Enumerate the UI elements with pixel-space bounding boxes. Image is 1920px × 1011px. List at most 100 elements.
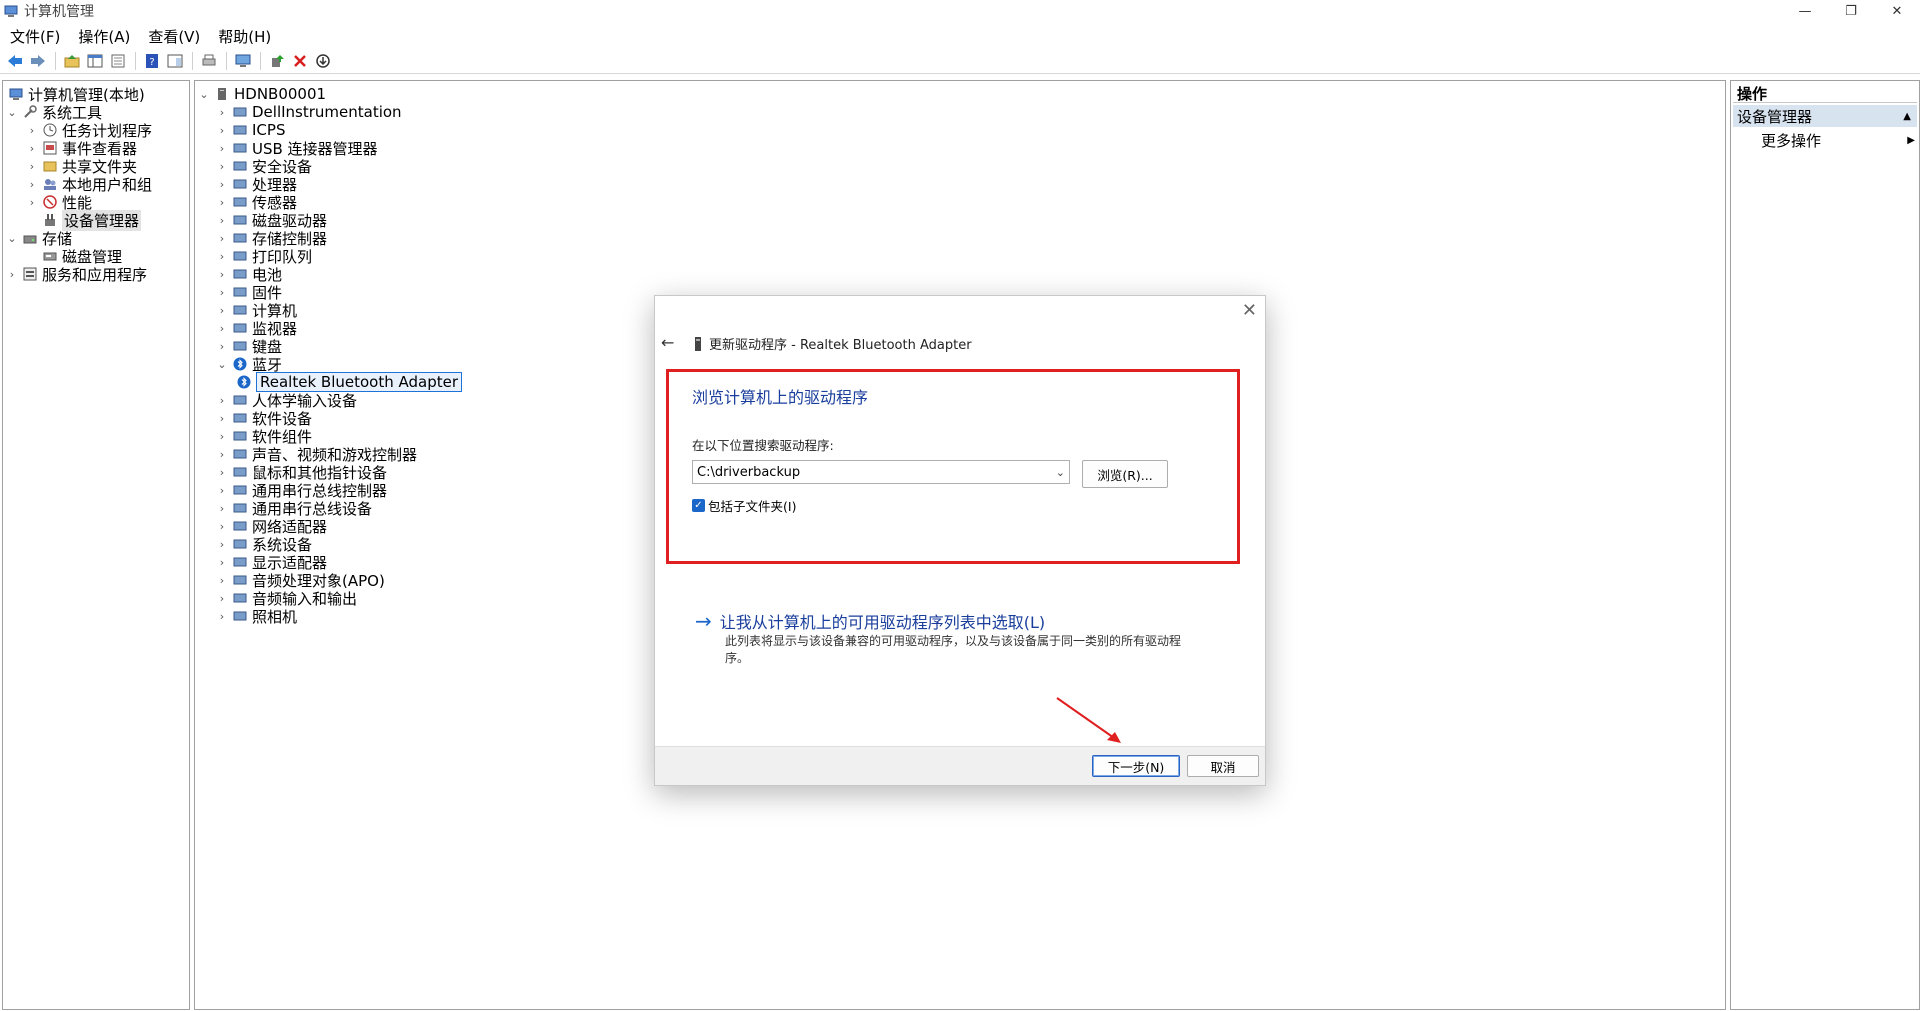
show-hide-icon[interactable] <box>164 50 186 72</box>
forward-icon[interactable] <box>27 50 49 72</box>
chevron-down-icon[interactable]: ⌄ <box>5 106 19 119</box>
close-button[interactable]: ✕ <box>1874 0 1920 22</box>
tree-item-services-apps[interactable]: › 服务和应用程序 <box>5 263 147 285</box>
keyboard-icon <box>232 338 248 354</box>
chevron-right-icon[interactable]: › <box>215 232 229 245</box>
disk-management-icon <box>42 248 58 264</box>
chevron-right-icon[interactable]: › <box>5 268 19 281</box>
services-icon <box>22 266 38 282</box>
toolbar-separator <box>135 51 136 70</box>
mouse-icon <box>232 464 248 480</box>
chevron-right-icon[interactable]: › <box>215 520 229 533</box>
back-icon[interactable] <box>4 50 26 72</box>
next-button[interactable]: 下一步(N) <box>1092 755 1180 777</box>
toolbar-separator <box>55 51 56 70</box>
chevron-down-icon[interactable]: ⌄ <box>215 358 229 371</box>
chevron-right-icon[interactable]: › <box>215 430 229 443</box>
hid-icon <box>232 392 248 408</box>
browse-button[interactable]: 浏览(R)... <box>1082 460 1168 488</box>
dialog-close-icon[interactable]: ✕ <box>1242 300 1257 321</box>
network-adapter-icon <box>232 518 248 534</box>
update-driver-dialog: ✕ ← 更新驱动程序 - Realtek Bluetooth Adapter 浏… <box>654 295 1266 786</box>
print-icon[interactable] <box>198 50 220 72</box>
chevron-right-icon[interactable]: › <box>215 448 229 461</box>
chevron-right-icon[interactable]: › <box>215 556 229 569</box>
chevron-right-icon[interactable]: › <box>215 394 229 407</box>
chevron-right-icon[interactable]: › <box>215 592 229 605</box>
chevron-down-icon[interactable]: ⌄ <box>5 232 19 245</box>
chevron-right-icon[interactable]: › <box>25 178 39 191</box>
uninstall-icon[interactable] <box>289 50 311 72</box>
chevron-right-icon[interactable]: › <box>215 340 229 353</box>
title-bar: 计算机管理 — ❐ ✕ <box>0 0 1920 22</box>
help-icon[interactable]: ? <box>141 50 163 72</box>
svg-text:?: ? <box>149 57 154 68</box>
up-folder-icon[interactable] <box>61 50 83 72</box>
include-subfolders-checkbox[interactable]: ✓ 包括子文件夹(I) <box>692 496 796 515</box>
performance-icon <box>42 194 58 210</box>
chevron-right-icon[interactable]: › <box>215 160 229 173</box>
menu-help[interactable]: 帮助(H) <box>208 26 279 47</box>
device-category-label: 照相机 <box>252 607 298 626</box>
chevron-right-icon[interactable]: › <box>215 502 229 515</box>
chevron-right-icon[interactable]: › <box>215 610 229 623</box>
chevron-right-icon[interactable]: › <box>25 196 39 209</box>
chevron-right-icon[interactable]: › <box>215 304 229 317</box>
software-component-icon <box>232 428 248 444</box>
chevron-down-icon[interactable]: ⌄ <box>197 88 211 101</box>
more-actions-label: 更多操作 <box>1761 131 1822 150</box>
chevron-right-icon[interactable]: › <box>215 178 229 191</box>
system-device-icon <box>232 536 248 552</box>
sound-icon <box>232 446 248 462</box>
chevron-right-icon[interactable]: › <box>25 160 39 173</box>
pick-from-list-link[interactable]: → 让我从计算机上的可用驱动程序列表中选取(L) <box>695 609 1045 633</box>
chevron-right-icon[interactable]: › <box>215 106 229 119</box>
collapse-up-icon[interactable]: ▲ <box>1903 111 1911 122</box>
chevron-right-icon[interactable]: › <box>25 124 39 137</box>
driver-path-combobox[interactable]: C:\driverbackup ⌄ <box>692 460 1070 484</box>
print-queue-icon <box>232 248 248 264</box>
driver-path-value: C:\driverbackup <box>697 464 801 480</box>
chevron-right-icon[interactable]: › <box>215 286 229 299</box>
dialog-title: 更新驱动程序 - Realtek Bluetooth Adapter <box>693 334 972 353</box>
chevron-right-icon[interactable]: › <box>215 196 229 209</box>
chevron-right-icon[interactable]: › <box>215 466 229 479</box>
back-arrow-icon[interactable]: ← <box>661 333 674 352</box>
properties-icon[interactable] <box>107 50 129 72</box>
computer-management-icon <box>4 5 18 17</box>
restore-button[interactable]: ❐ <box>1828 0 1874 22</box>
console-tree-icon[interactable] <box>84 50 106 72</box>
chevron-right-icon[interactable]: › <box>215 538 229 551</box>
actions-section-device-manager[interactable]: 设备管理器 ▲ <box>1733 105 1917 127</box>
device-category-item[interactable]: › 照相机 <box>215 605 297 627</box>
icps-icon <box>232 122 248 138</box>
more-actions-item[interactable]: 更多操作 ▶ <box>1761 129 1917 151</box>
menu-view[interactable]: 查看(V) <box>138 26 208 47</box>
disable-device-icon[interactable] <box>312 50 334 72</box>
chevron-right-icon[interactable]: › <box>25 142 39 155</box>
chevron-right-icon[interactable]: › <box>215 268 229 281</box>
update-driver-icon[interactable] <box>266 50 288 72</box>
chevron-right-icon[interactable]: › <box>215 124 229 137</box>
scan-hardware-icon[interactable] <box>232 50 254 72</box>
chevron-down-icon[interactable]: ⌄ <box>1056 466 1065 479</box>
chevron-right-icon[interactable]: › <box>215 322 229 335</box>
menu-action[interactable]: 操作(A) <box>68 26 138 47</box>
chevron-right-icon[interactable]: › <box>215 484 229 497</box>
shared-folder-icon <box>42 158 58 174</box>
usb-connector-icon <box>232 140 248 156</box>
checkmark-icon[interactable]: ✓ <box>692 499 705 512</box>
minimize-button[interactable]: — <box>1782 0 1828 22</box>
chevron-right-icon[interactable]: › <box>215 250 229 263</box>
device-manager-icon <box>42 212 58 228</box>
security-device-icon <box>232 158 248 174</box>
computer-management-icon <box>8 86 24 102</box>
chevron-right-icon[interactable]: › <box>215 142 229 155</box>
dialog-title-text: 更新驱动程序 - Realtek Bluetooth Adapter <box>709 338 972 353</box>
chevron-right-icon[interactable]: › <box>215 574 229 587</box>
tree-item-label: 设备管理器 <box>62 209 142 231</box>
chevron-right-icon[interactable]: › <box>215 214 229 227</box>
menu-file[interactable]: 文件(F) <box>0 26 68 47</box>
cancel-button[interactable]: 取消 <box>1187 755 1259 777</box>
chevron-right-icon[interactable]: › <box>215 412 229 425</box>
